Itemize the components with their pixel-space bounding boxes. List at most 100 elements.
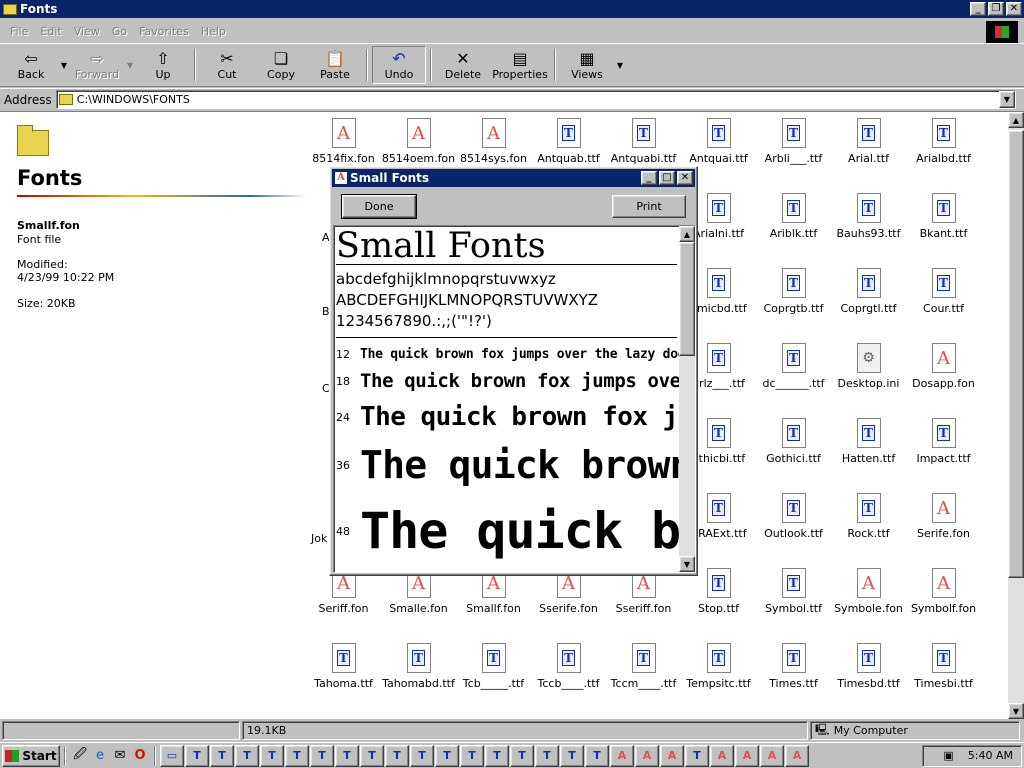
taskbar-window-button[interactable]: T (285, 744, 309, 767)
taskbar-window-button[interactable]: T (335, 744, 359, 767)
preview-scroll-thumb[interactable] (679, 242, 695, 356)
taskbar-window-button[interactable]: T (260, 744, 284, 767)
up-button[interactable]: ⇧ Up (136, 46, 190, 84)
taskbar-window-button[interactable]: ▭ (160, 744, 184, 767)
taskbar-window-button[interactable]: T (310, 744, 334, 767)
file-item[interactable]: T Impact.ttf (906, 412, 981, 474)
file-item[interactable]: T Ariblk.ttf (756, 187, 831, 249)
views-button[interactable]: ▦ Views (560, 46, 614, 84)
taskbar-window-button[interactable]: A (660, 744, 684, 767)
taskbar-window-button[interactable]: A (785, 744, 809, 767)
taskbar-window-button[interactable]: T (360, 744, 384, 767)
file-item[interactable]: T Antquabi.ttf (606, 112, 681, 174)
vertical-scrollbar[interactable]: ▲ ▼ (1008, 112, 1024, 719)
dialog-titlebar[interactable]: A Small Fonts _ □ ✕ (332, 169, 695, 187)
file-item[interactable]: A Symbole.fon (831, 562, 906, 624)
taskbar-window-button[interactable]: T (585, 744, 609, 767)
taskbar-window-button[interactable]: T (460, 744, 484, 767)
file-item[interactable]: T Outlook.ttf (756, 487, 831, 549)
paste-button[interactable]: 📋 Paste (308, 46, 362, 84)
file-item[interactable]: A 8514fix.fon (306, 112, 381, 174)
address-field[interactable]: C:\WINDOWS\FONTS ▼ (55, 90, 1016, 109)
file-item[interactable]: A Serife.fon (906, 487, 981, 549)
taskbar-window-button[interactable]: A (610, 744, 634, 767)
window-titlebar[interactable]: Fonts _ ❐ ✕ (0, 0, 1024, 18)
forward-button[interactable]: ⇨ Forward (70, 46, 124, 84)
file-item[interactable]: T Times.ttf (756, 637, 831, 699)
file-item[interactable]: T Antquai.ttf (681, 112, 756, 174)
file-item[interactable]: T Timesbi.ttf (906, 637, 981, 699)
file-item[interactable]: T Gothici.ttf (756, 412, 831, 474)
taskbar-window-button[interactable]: T (485, 744, 509, 767)
scroll-thumb[interactable] (1008, 130, 1024, 578)
menu-go[interactable]: Go (106, 25, 133, 38)
file-item[interactable]: A Symbolf.fon (906, 562, 981, 624)
minimize-button[interactable]: _ (970, 2, 986, 16)
forward-dropdown[interactable]: ▼ (124, 46, 136, 84)
file-item[interactable]: T Tccb____.ttf (531, 637, 606, 699)
file-item[interactable]: T Cour.ttf (906, 262, 981, 324)
internet-explorer-icon[interactable]: e (90, 746, 110, 766)
undo-button[interactable]: ↶ Undo (372, 46, 426, 84)
file-item[interactable]: T Symbol.ttf (756, 562, 831, 624)
cut-button[interactable]: ✂ Cut (200, 46, 254, 84)
opera-icon[interactable]: O (130, 746, 150, 766)
close-button[interactable]: ✕ (1006, 2, 1022, 16)
preview-scroll-down-button[interactable]: ▼ (679, 556, 695, 572)
file-item[interactable]: T Arbli___.ttf (756, 112, 831, 174)
preview-scroll-up-button[interactable]: ▲ (679, 226, 695, 242)
file-item[interactable]: A Dosapp.fon (906, 337, 981, 399)
file-item[interactable]: T Antquab.ttf (531, 112, 606, 174)
taskbar-window-button[interactable]: T (435, 744, 459, 767)
file-item[interactable]: T Coprgtl.ttf (831, 262, 906, 324)
file-item[interactable]: A 8514oem.fon (381, 112, 456, 174)
taskbar-window-button[interactable]: T (385, 744, 409, 767)
menu-file[interactable]: File (4, 25, 34, 38)
tray-network-icon[interactable]: ▣ (943, 749, 953, 762)
file-item[interactable]: T Tahoma.ttf (306, 637, 381, 699)
menu-favorites[interactable]: Favorites (133, 25, 195, 38)
copy-button[interactable]: ❏ Copy (254, 46, 308, 84)
file-item[interactable]: T Tcb_____.ttf (456, 637, 531, 699)
preview-scrollbar[interactable]: ▲ ▼ (679, 226, 695, 572)
dialog-close-button[interactable]: ✕ (677, 171, 693, 185)
taskbar-window-button[interactable]: A (735, 744, 759, 767)
properties-button[interactable]: ▤ Properties (490, 46, 550, 84)
taskbar-window-button[interactable]: A (710, 744, 734, 767)
taskbar-window-button[interactable]: A (760, 744, 784, 767)
print-button[interactable]: Print (612, 195, 686, 218)
dialog-maximize-button[interactable]: □ (659, 171, 675, 185)
show-desktop-icon[interactable]: 🖉 (70, 746, 90, 766)
taskbar-window-button[interactable]: T (235, 744, 259, 767)
file-item[interactable]: ⚙ Desktop.ini (831, 337, 906, 399)
back-button[interactable]: ⇦ Back (4, 46, 58, 84)
file-item[interactable]: T Tccm____.ttf (606, 637, 681, 699)
file-item[interactable]: T Bkant.ttf (906, 187, 981, 249)
outlook-express-icon[interactable]: ✉ (110, 746, 130, 766)
taskbar-window-button[interactable]: T (210, 744, 234, 767)
file-item[interactable]: T Hatten.ttf (831, 412, 906, 474)
file-item[interactable]: T Tahomabd.ttf (381, 637, 456, 699)
taskbar-window-button[interactable]: T (560, 744, 584, 767)
file-item[interactable]: T Bauhs93.ttf (831, 187, 906, 249)
taskbar-window-button[interactable]: T (410, 744, 434, 767)
file-item[interactable]: T Tempsitc.ttf (681, 637, 756, 699)
file-item[interactable]: T Rock.ttf (831, 487, 906, 549)
menu-help[interactable]: Help (195, 25, 232, 38)
taskbar-window-button[interactable]: T (685, 744, 709, 767)
address-dropdown-button[interactable]: ▼ (998, 91, 1015, 108)
file-item[interactable]: Tdc______.ttf (756, 337, 831, 399)
dialog-minimize-button[interactable]: _ (641, 171, 657, 185)
file-item[interactable]: T Arial.ttf (831, 112, 906, 174)
back-dropdown[interactable]: ▼ (58, 46, 70, 84)
done-button[interactable]: Done (341, 194, 417, 219)
start-button[interactable]: Start (2, 744, 60, 767)
menu-edit[interactable]: Edit (34, 25, 67, 38)
taskbar-window-button[interactable]: A (635, 744, 659, 767)
restore-button[interactable]: ❐ (988, 2, 1004, 16)
file-item[interactable]: T Timesbd.ttf (831, 637, 906, 699)
taskbar-window-button[interactable]: T (535, 744, 559, 767)
clock[interactable]: 5:40 AM (968, 749, 1013, 762)
taskbar-window-button[interactable]: T (185, 744, 209, 767)
views-dropdown[interactable]: ▼ (614, 46, 626, 84)
